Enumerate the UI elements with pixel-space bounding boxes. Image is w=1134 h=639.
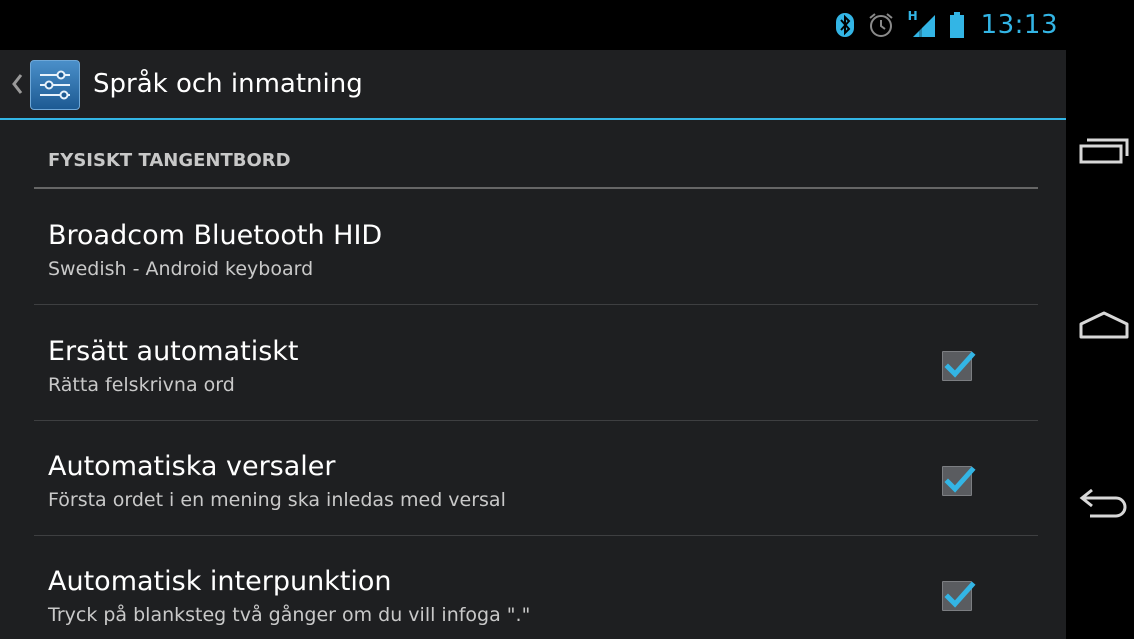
settings-screen: H 13:13 Språk och inmatning FYSISKT TANG… [0,0,1066,639]
auto-caps-checkbox[interactable] [942,466,976,496]
pref-item-auto-replace[interactable]: Ersätt automatiskt Rätta felskrivna ord [34,306,1038,421]
battery-icon [949,11,965,39]
pref-title: Automatisk interpunktion [48,566,392,597]
checkmark-icon [944,351,976,378]
checkmark-icon [944,581,976,608]
category-divider [34,187,1038,189]
settings-sliders-icon[interactable] [30,60,80,110]
auto-punctuate-checkbox[interactable] [942,581,976,611]
auto-replace-checkbox[interactable] [942,351,976,381]
pref-summary: Rätta felskrivna ord [48,374,235,396]
navigation-bar [1066,0,1134,639]
pref-title: Automatiska versaler [48,451,336,482]
chevron-left-icon[interactable] [10,72,24,100]
pref-summary: Tryck på blanksteg två gånger om du vill… [48,604,531,626]
alarm-icon [867,11,895,39]
signal-type-label: H [907,9,918,23]
status-bar: H 13:13 [0,0,1066,50]
pref-item-auto-punctuate[interactable]: Automatisk interpunktion Tryck på blanks… [34,536,1038,639]
preference-list: FYSISKT TANGENTBORD Broadcom Bluetooth H… [0,120,1066,639]
category-title: FYSISKT TANGENTBORD [48,150,291,171]
bluetooth-icon [835,12,855,38]
list-divider [34,304,1038,305]
home-icon[interactable] [1076,300,1132,350]
page-title: Språk och inmatning [93,69,363,99]
pref-item-auto-caps[interactable]: Automatiska versaler Första ordet i en m… [34,421,1038,536]
action-bar: Språk och inmatning [0,50,1066,118]
status-icons: H 13:13 [835,0,1058,50]
recent-apps-icon[interactable] [1076,125,1132,175]
pref-summary: Swedish - Android keyboard [48,258,314,280]
pref-item-broadcom-bluetooth-hid[interactable]: Broadcom Bluetooth HID Swedish - Android… [34,190,1038,305]
pref-summary: Första ordet i en mening ska inledas med… [48,489,506,511]
pref-title: Ersätt automatiskt [48,336,299,367]
signal-hspa-icon: H [907,9,937,39]
checkmark-icon [944,466,976,493]
back-icon[interactable] [1076,478,1132,528]
status-clock: 13:13 [980,10,1058,40]
pref-title: Broadcom Bluetooth HID [48,220,383,251]
